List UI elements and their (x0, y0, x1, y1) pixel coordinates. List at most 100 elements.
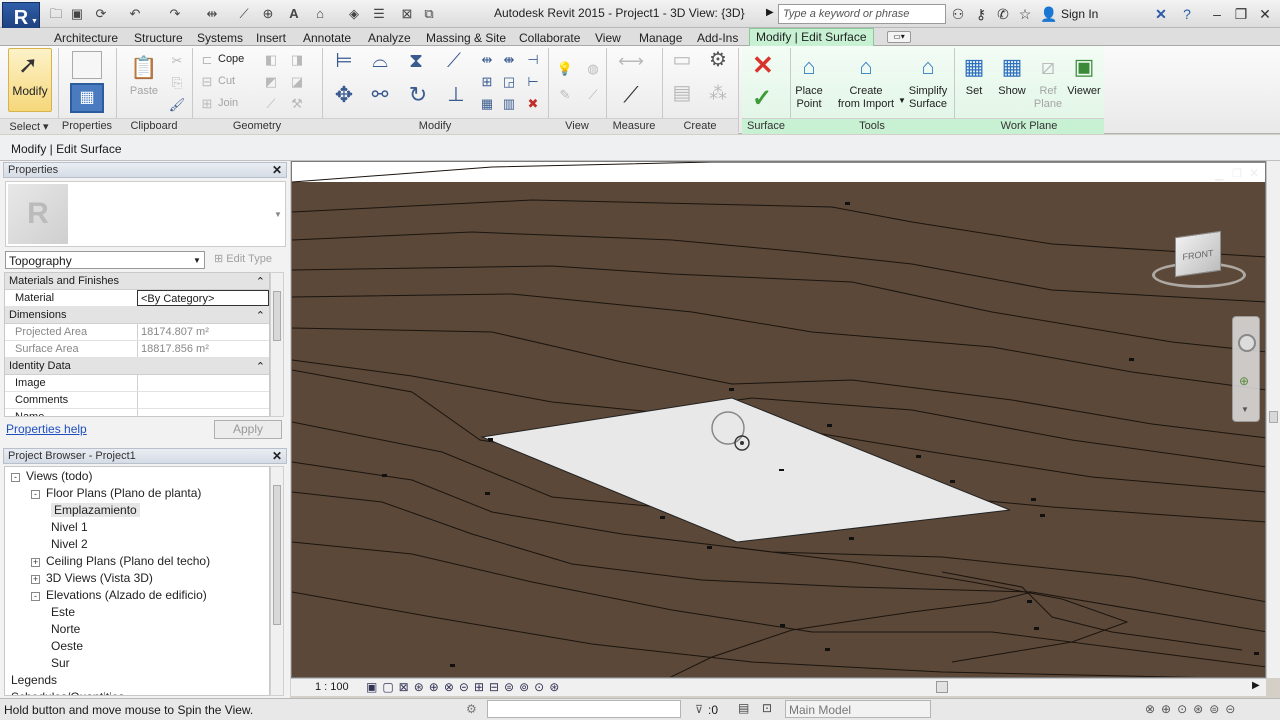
wall-joins-icon[interactable]: ◧ (262, 51, 280, 69)
split-gap-icon[interactable]: ⇼ (500, 51, 518, 69)
close-icon[interactable]: ✕ (272, 163, 282, 177)
workset-dropdown[interactable] (487, 700, 681, 718)
section-materials[interactable]: Materials and Finishes ⌃ (5, 273, 269, 290)
tab-insert[interactable]: Insert (256, 29, 286, 47)
zoom-icon[interactable]: ⊕ (1239, 374, 1249, 388)
horizontal-scroll-thumb[interactable] (936, 681, 948, 693)
create-parts-icon[interactable]: ▤ (668, 83, 696, 110)
3d-viewport[interactable] (291, 161, 1266, 678)
expand-icon[interactable]: + (31, 575, 40, 584)
browser-tree-item[interactable]: - Floor Plans (Plano de planta) (31, 486, 201, 500)
minimize-view-icon[interactable]: ▁ (1215, 168, 1223, 181)
chevron-down-icon[interactable]: ▼ (274, 210, 282, 219)
switch-windows-icon[interactable]: ⧉ (420, 5, 438, 23)
create-from-import-icon[interactable]: ⌂ (846, 49, 886, 85)
close-view-icon[interactable]: ✕ (1249, 166, 1259, 180)
trim-extend-icon[interactable]: ⊥ (442, 85, 470, 112)
save-icon[interactable]: ▣ (68, 5, 86, 23)
align-icon[interactable]: ⊨ (330, 51, 358, 78)
undo-icon[interactable]: ↶ (126, 5, 144, 23)
property-row-comments[interactable]: Comments (5, 392, 269, 409)
collapse-icon[interactable]: ⌃ (256, 309, 265, 322)
3d-view-icon[interactable]: ⌂ (311, 5, 329, 23)
collapse-icon[interactable]: ⌃ (256, 360, 265, 373)
sign-in-button[interactable]: Sign In (1061, 7, 1098, 21)
browser-tree-item[interactable]: Legends (11, 673, 57, 687)
browser-tree-item[interactable]: - Elevations (Alzado de edificio) (31, 588, 207, 602)
aligned-dimension-icon[interactable]: ⟋ (614, 84, 648, 112)
ref-plane-icon[interactable]: ⧄ (1028, 49, 1068, 85)
create-assembly-icon[interactable]: ▭ (668, 50, 696, 77)
cut-geometry-icon[interactable]: ⊟ (198, 73, 216, 91)
cancel-edit-icon[interactable]: ✕ (752, 50, 774, 81)
create-similar-icon[interactable]: ⚙ (704, 50, 732, 77)
image-value[interactable] (137, 375, 269, 391)
browser-tree-item[interactable]: Este (51, 605, 75, 619)
linework-icon[interactable]: ✎ (556, 86, 574, 104)
cut-label[interactable]: Cut (218, 75, 235, 87)
section-identity-data[interactable]: Identity Data ⌃ (5, 358, 269, 375)
tag-icon[interactable]: ⊕ (259, 5, 277, 23)
match-type-icon[interactable]: 🖌 (168, 96, 186, 114)
binoculars-icon[interactable]: ⚇ (949, 5, 967, 23)
property-row-image[interactable]: Image (5, 375, 269, 392)
place-point-icon[interactable]: ⌂ (789, 49, 829, 85)
tab-annotate[interactable]: Annotate (303, 29, 351, 47)
browser-tree-item[interactable]: Nivel 2 (51, 537, 88, 551)
tab-collaborate[interactable]: Collaborate (519, 29, 580, 47)
collapse-icon[interactable]: ⌃ (256, 275, 265, 288)
type-selector-dropdown[interactable]: Topography (5, 251, 205, 269)
close-hidden-icon[interactable]: ⊠ (398, 5, 416, 23)
browser-tree-item[interactable]: Oeste (51, 639, 83, 653)
tab-modify-edit-surface[interactable]: Modify | Edit Surface (749, 28, 874, 46)
browser-tree-item[interactable]: + Ceiling Plans (Plano del techo) (31, 554, 210, 568)
browser-scrollbar[interactable] (270, 466, 284, 696)
align-icon[interactable]: ⟋ (235, 5, 253, 23)
split-face-icon[interactable]: ◨ (288, 51, 306, 69)
viewport-scrollbar-vertical[interactable] (1266, 161, 1280, 678)
tab-manage[interactable]: Manage (639, 29, 682, 47)
paint-icon[interactable]: ◩ (262, 73, 280, 91)
scale-icon[interactable]: ◲ (500, 73, 518, 91)
simplify-surface-label[interactable]: Simplify Surface (902, 85, 954, 111)
property-row-material[interactable]: Material <By Category> (5, 290, 269, 307)
collapse-icon[interactable]: - (31, 592, 40, 601)
tab-structure[interactable]: Structure (134, 29, 183, 47)
split-element-icon[interactable]: ⇹ (478, 51, 496, 69)
create-group-icon[interactable]: ⁂ (704, 84, 732, 110)
remove-paint-icon[interactable]: ⟋ (262, 95, 280, 113)
property-row-name[interactable]: Name (5, 409, 269, 416)
cope-icon[interactable]: ⊏ (198, 51, 216, 69)
trim-single-icon[interactable]: ⊣ (524, 51, 542, 69)
expand-icon[interactable]: + (31, 558, 40, 567)
offset-icon[interactable]: ⌓ (366, 51, 394, 78)
trim-multiple-icon[interactable]: ⊢ (524, 73, 542, 91)
simplify-surface-icon[interactable]: ⌂ (908, 49, 948, 85)
set-work-plane-icon[interactable]: ▦ (954, 49, 994, 85)
lightbulb-icon[interactable]: 💡 (556, 60, 574, 78)
text-icon[interactable]: A (285, 5, 303, 23)
selection-toggle-icons[interactable]: ⊗⊕⊙⊛⊜⊝ (1145, 702, 1241, 716)
steering-wheel-icon[interactable] (1238, 334, 1256, 352)
satellite-icon[interactable]: ✆ (994, 5, 1012, 23)
mirror-pick-axis-icon[interactable]: ⧗ (402, 51, 430, 78)
mirror-draw-axis-icon[interactable]: ⟋ (440, 51, 468, 78)
properties-scrollbar[interactable] (270, 272, 284, 417)
open-icon[interactable]: 🗀 (47, 5, 65, 23)
paste-icon[interactable]: 📋 (124, 50, 164, 86)
viewcube[interactable]: FRONT (1175, 230, 1221, 278)
scrollbar-thumb[interactable] (273, 485, 281, 625)
cut-icon[interactable]: ✂ (168, 52, 186, 70)
browser-tree-item[interactable]: - Views (todo) (11, 469, 92, 483)
browser-tree-item[interactable]: Schedules/Quantities (11, 690, 124, 695)
join-label[interactable]: Join (218, 97, 238, 109)
collapse-icon[interactable]: - (31, 490, 40, 499)
paint-view-icon[interactable]: ⟋ (584, 86, 602, 104)
redo-icon[interactable]: ↷ (166, 5, 184, 23)
thin-lines-icon[interactable]: ☰ (370, 5, 388, 23)
chevron-right-icon[interactable]: ▶ (766, 7, 774, 18)
browser-tree-item[interactable]: Sur (51, 656, 70, 670)
minimize-icon[interactable]: – (1206, 4, 1228, 24)
properties-help-link[interactable]: Properties help (6, 422, 87, 436)
key-icon[interactable]: ⚷ (972, 5, 990, 23)
